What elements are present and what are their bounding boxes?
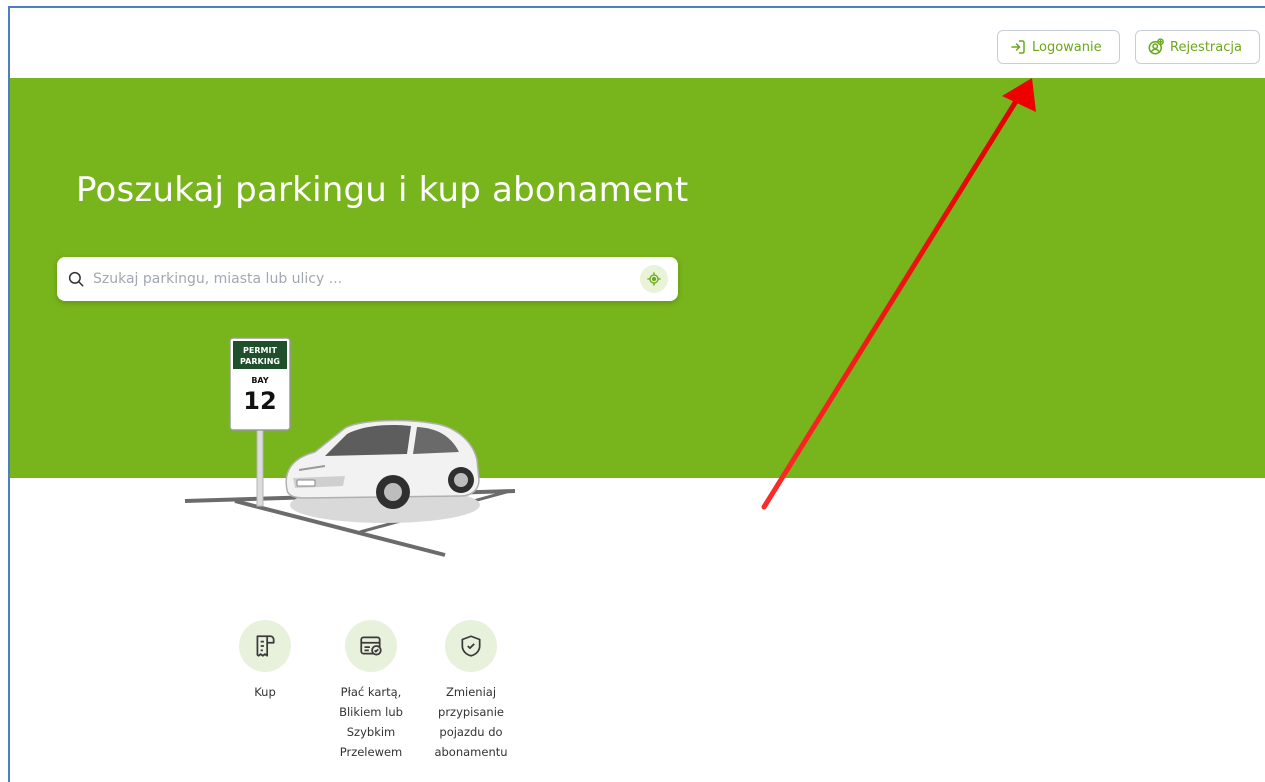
feature-icon-circle <box>345 620 397 672</box>
search-bar <box>57 257 678 301</box>
sign-text-permit: PERMIT <box>243 346 277 355</box>
feature-label: Płać kartą, Blikiem lub Szybkim Przelewe… <box>339 685 403 759</box>
search-input[interactable] <box>91 270 640 288</box>
feature-item: Kup <box>220 620 310 702</box>
user-add-icon <box>1148 38 1164 55</box>
feature-label: Kup <box>254 685 276 699</box>
feature-icon-circle <box>445 620 497 672</box>
car-image <box>285 419 480 509</box>
sign-text-bay: BAY <box>251 376 269 385</box>
login-label: Logowanie <box>1032 39 1102 55</box>
top-bar: Logowanie Rejestracja <box>10 8 1265 78</box>
card-check-icon <box>360 636 382 656</box>
register-label: Rejestracja <box>1170 39 1242 55</box>
page-title: Poszukaj parkingu i kup abonament <box>76 170 689 210</box>
sign-text-number: 12 <box>243 387 276 415</box>
locate-button[interactable] <box>640 265 668 293</box>
parking-illustration: PERMIT PARKING BAY 12 <box>184 337 516 557</box>
location-target-icon <box>647 272 661 286</box>
feature-item: Zmieniaj przypisanie pojazdu do abonamen… <box>425 620 517 762</box>
feature-item: Płać kartą, Blikiem lub Szybkim Przelewe… <box>325 620 417 762</box>
receipt-icon <box>256 635 275 657</box>
sign-text-parking: PARKING <box>240 357 280 366</box>
login-button[interactable]: Logowanie <box>997 30 1120 64</box>
features-section: Kup Płać kartą, Blikiem lub Szybkim Prze… <box>220 620 540 780</box>
register-button[interactable]: Rejestracja <box>1135 30 1260 64</box>
login-icon <box>1011 40 1025 54</box>
feature-label: Zmieniaj przypisanie pojazdu do abonamen… <box>434 685 508 759</box>
shield-check-icon <box>461 635 481 657</box>
search-icon <box>68 271 84 287</box>
feature-icon-circle <box>239 620 291 672</box>
